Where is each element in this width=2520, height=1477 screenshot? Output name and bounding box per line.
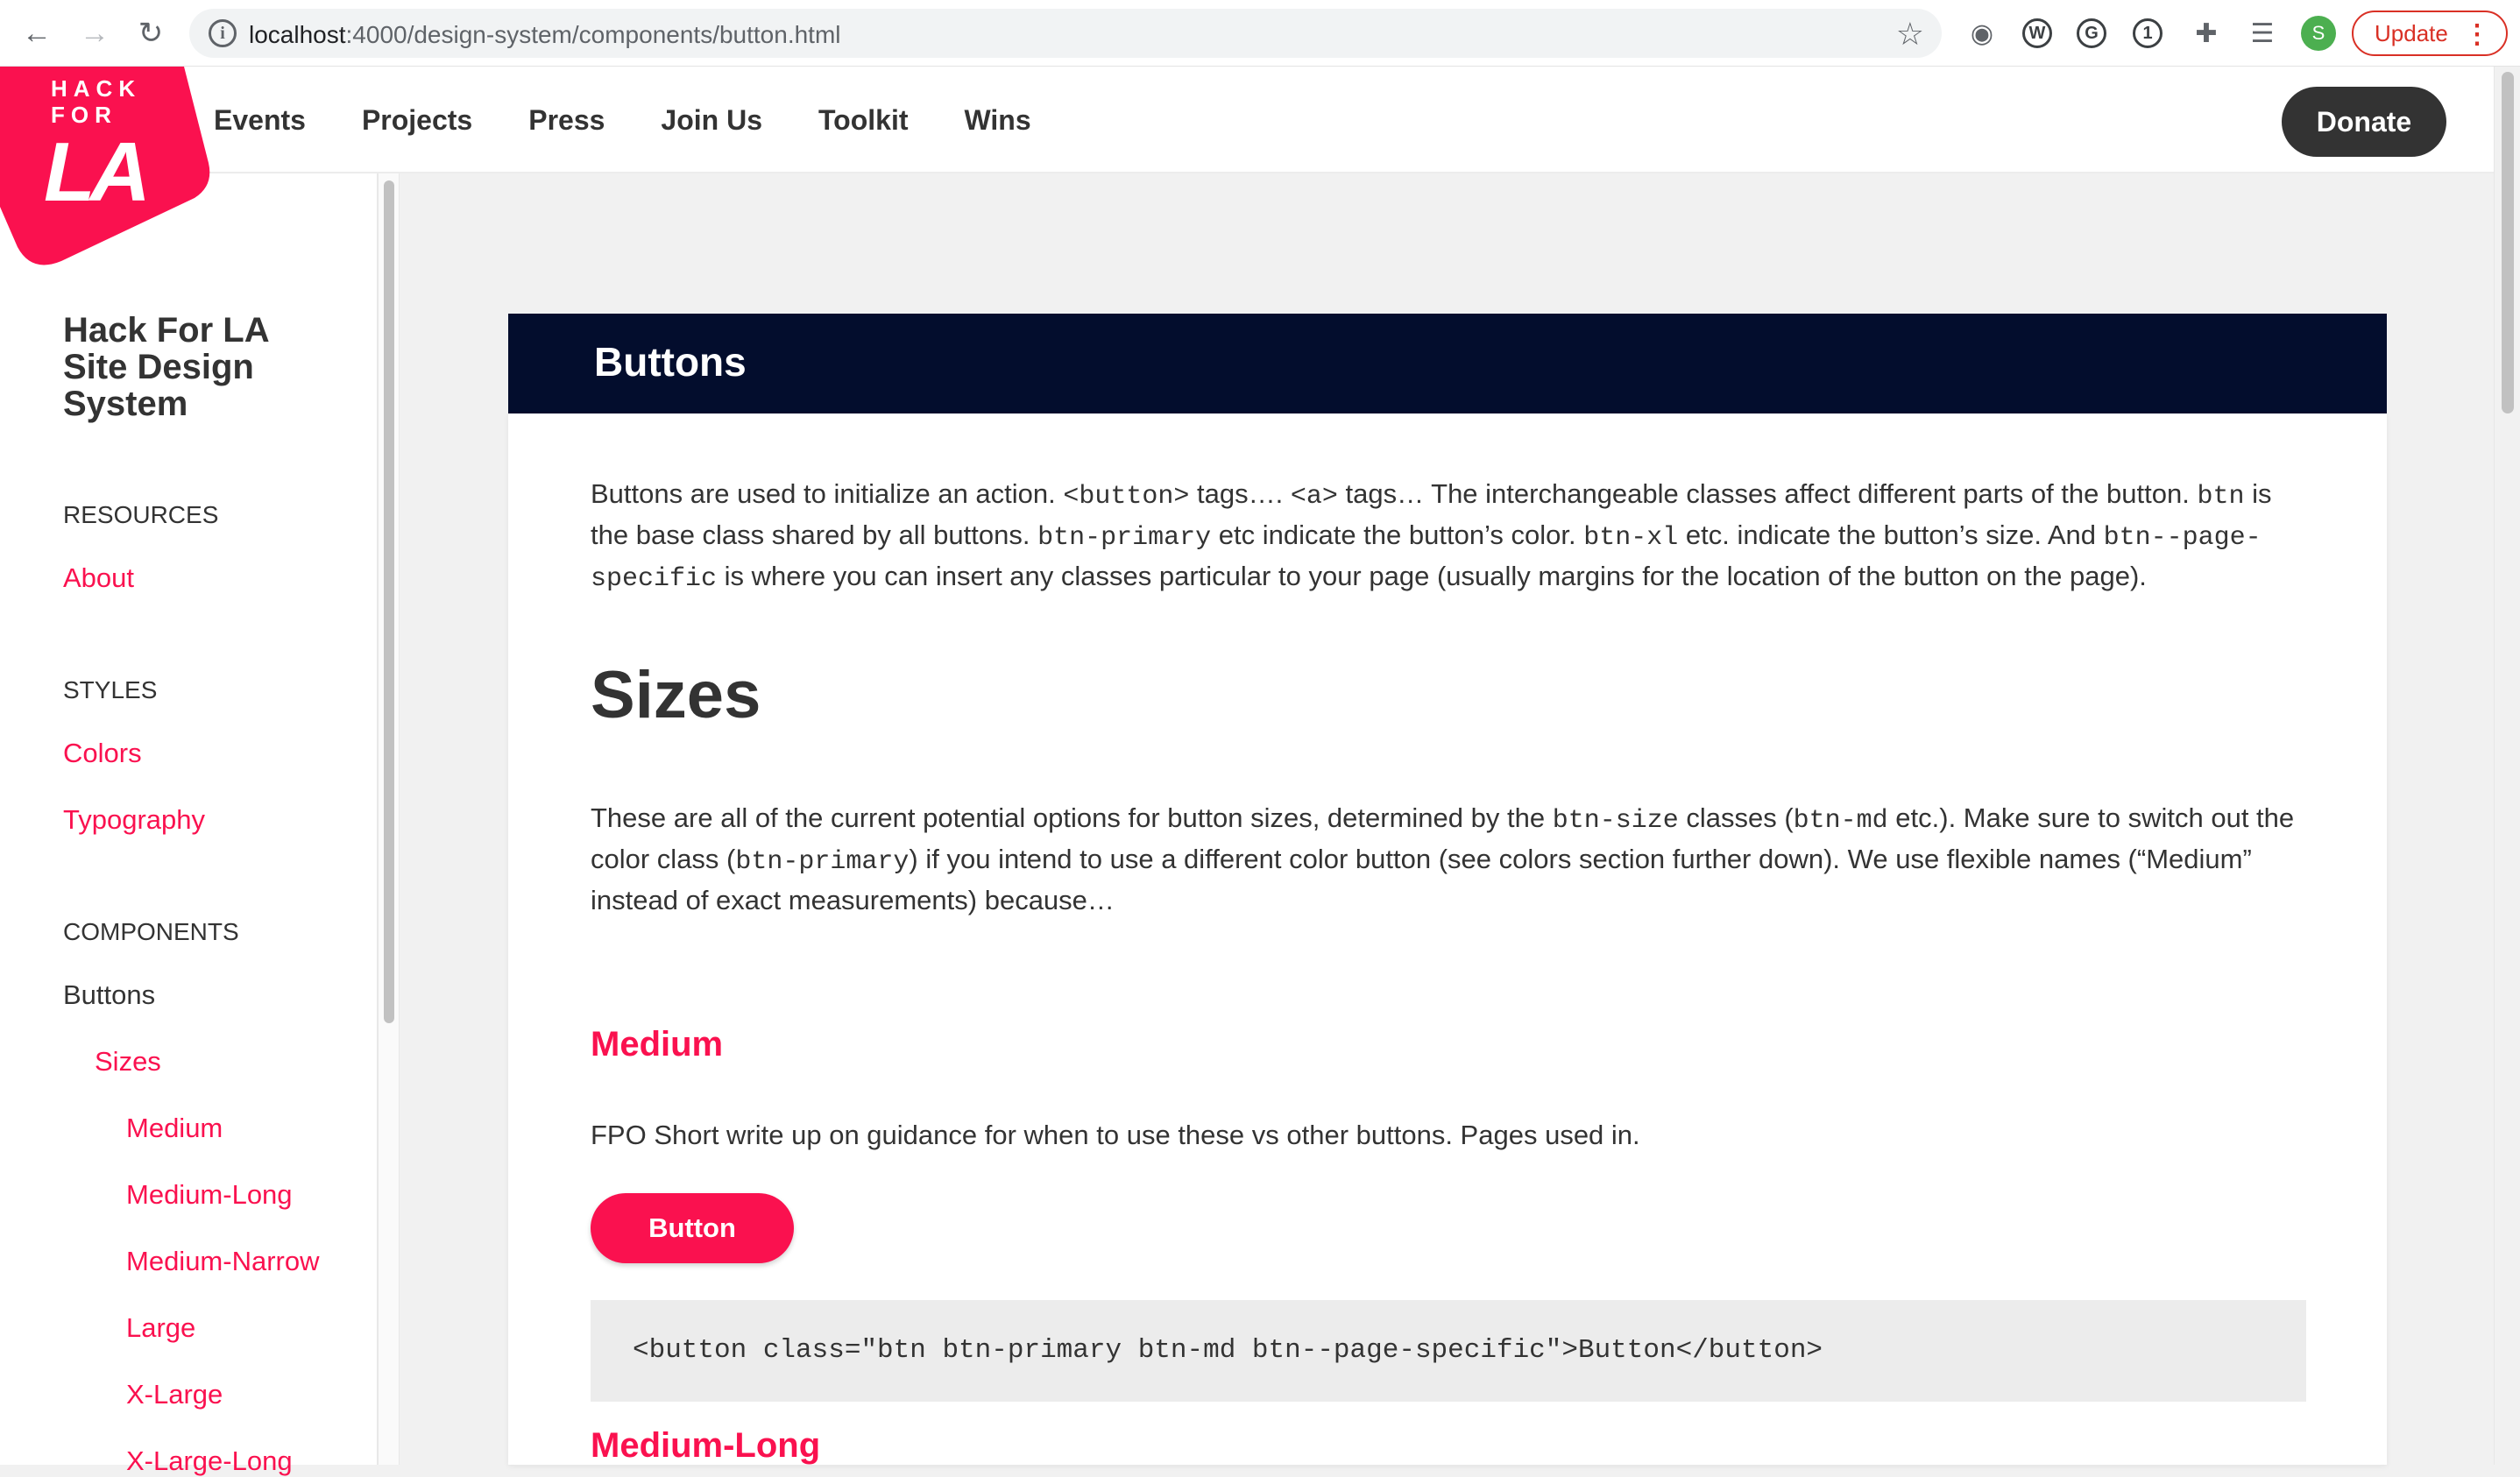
address-bar[interactable]: i localhost:4000/design-system/component… <box>189 9 1942 58</box>
reading-list-icon[interactable]: ☰ <box>2245 16 2280 51</box>
page-title-bar: Buttons <box>508 314 2387 413</box>
main-nav: Events Projects Press Join Us Toolkit Wi… <box>214 67 1087 173</box>
sidebar-scrollbar-thumb[interactable] <box>384 180 394 1023</box>
sidebar-scrollbar[interactable] <box>379 173 400 1465</box>
profile-avatar[interactable]: S <box>2301 16 2336 51</box>
content-card: Buttons are used to initialize an action… <box>508 413 2387 1465</box>
reload-icon[interactable]: ↻ <box>131 14 170 53</box>
medium-long-heading: Medium-Long <box>591 1426 821 1465</box>
more-vert-icon: ⋮ <box>2464 20 2490 49</box>
sizes-text: These are all of the current potential o… <box>591 802 1553 833</box>
intro-code: <button> <box>1063 482 1190 512</box>
sidebar-item-buttons[interactable]: Buttons <box>63 979 155 1011</box>
sizes-code: btn-size <box>1552 806 1679 836</box>
forward-arrow-icon[interactable]: → <box>75 14 114 53</box>
url-path: :4000/design-system/components/button.ht… <box>345 21 841 48</box>
sidebar-item-colors[interactable]: Colors <box>63 738 142 769</box>
sizes-heading: Sizes <box>591 658 761 732</box>
sizes-text: classes ( <box>1678 802 1794 833</box>
nav-events[interactable]: Events <box>214 104 306 137</box>
code-sample: <button class="btn btn-primary btn-md bt… <box>633 1335 1823 1366</box>
site-info-icon[interactable]: i <box>209 19 237 47</box>
intro-code: <a> <box>1290 482 1338 512</box>
sidebar-heading-components: COMPONENTS <box>63 918 239 945</box>
sidebar-item-x-large-long[interactable]: X-Large-Long <box>126 1445 293 1477</box>
back-arrow-icon[interactable]: ← <box>18 14 56 53</box>
sidebar-item-about[interactable]: About <box>63 562 134 594</box>
nav-press[interactable]: Press <box>528 104 605 137</box>
page-scrollbar-thumb[interactable] <box>2502 72 2514 413</box>
hack-for-la-logo[interactable]: HACK FOR LA <box>0 67 210 268</box>
nav-projects[interactable]: Projects <box>362 104 472 137</box>
sidebar-title: Hack For LA Site Design System <box>63 311 269 423</box>
sidebar-heading-resources: RESOURCES <box>63 501 219 528</box>
sizes-code: btn-primary <box>735 847 910 877</box>
sidebar-heading-styles: STYLES <box>63 676 158 703</box>
intro-paragraph: Buttons are used to initialize an action… <box>591 475 2308 598</box>
sidebar: Hack For LA Site Design System RESOURCES… <box>0 173 379 1476</box>
demo-primary-button[interactable]: Button <box>591 1193 794 1263</box>
sidebar-item-large[interactable]: Large <box>126 1312 195 1344</box>
w-extension-icon[interactable]: W <box>2022 18 2052 48</box>
logo-line-hack: HACK <box>51 75 142 102</box>
update-button[interactable]: Update ⋮ <box>2352 11 2508 56</box>
sidebar-item-medium-long[interactable]: Medium-Long <box>126 1179 293 1211</box>
url-host: localhost <box>249 21 346 48</box>
nav-toolkit[interactable]: Toolkit <box>818 104 909 137</box>
sidebar-item-medium[interactable]: Medium <box>126 1113 223 1144</box>
code-sample-block: <button class="btn btn-primary btn-md bt… <box>591 1300 2306 1402</box>
url-text[interactable]: localhost:4000/design-system/components/… <box>249 21 841 49</box>
page-scrollbar[interactable] <box>2494 67 2520 1465</box>
g-extension-icon[interactable]: G <box>2077 18 2106 48</box>
intro-text: is where you can insert any classes part… <box>717 561 2147 591</box>
sidebar-item-x-large[interactable]: X-Large <box>126 1379 223 1410</box>
intro-code: btn-primary <box>1037 523 1212 553</box>
sizes-code: btn-md <box>1793 806 1888 836</box>
browser-toolbar: ← → ↻ i localhost:4000/design-system/com… <box>0 0 2520 67</box>
intro-text: etc indicate the button’s color. <box>1211 519 1584 550</box>
donate-button[interactable]: Donate <box>2282 87 2446 157</box>
intro-code: btn-xl <box>1583 523 1679 553</box>
intro-text: etc. indicate the button’s size. And <box>1678 519 2104 550</box>
nav-join-us[interactable]: Join Us <box>661 104 762 137</box>
sidebar-item-typography[interactable]: Typography <box>63 804 205 836</box>
camera-icon[interactable]: ◉ <box>1964 16 2000 51</box>
sidebar-item-sizes[interactable]: Sizes <box>95 1046 161 1078</box>
sidebar-item-medium-narrow[interactable]: Medium-Narrow <box>126 1246 319 1277</box>
intro-text: tags… The interchangeable classes affect… <box>1337 478 2198 509</box>
extensions-puzzle-icon[interactable]: ✚ <box>2189 16 2224 51</box>
nav-wins[interactable]: Wins <box>964 104 1030 137</box>
logo-wordmark: HACK FOR <box>51 75 141 128</box>
sizes-paragraph: These are all of the current potential o… <box>591 799 2308 920</box>
password-extension-icon[interactable]: 1 <box>2133 18 2163 48</box>
page-title: Buttons <box>594 339 747 385</box>
update-label: Update <box>2375 19 2448 46</box>
medium-description: FPO Short write up on guidance for when … <box>591 1120 1640 1150</box>
bookmark-star-icon[interactable]: ☆ <box>1896 16 1924 53</box>
intro-text: tags…. <box>1189 478 1291 509</box>
intro-code: btn <box>2197 482 2245 512</box>
medium-heading: Medium <box>591 1025 724 1064</box>
logo-la: LA <box>44 125 151 219</box>
intro-text: Buttons are used to initialize an action… <box>591 478 1064 509</box>
